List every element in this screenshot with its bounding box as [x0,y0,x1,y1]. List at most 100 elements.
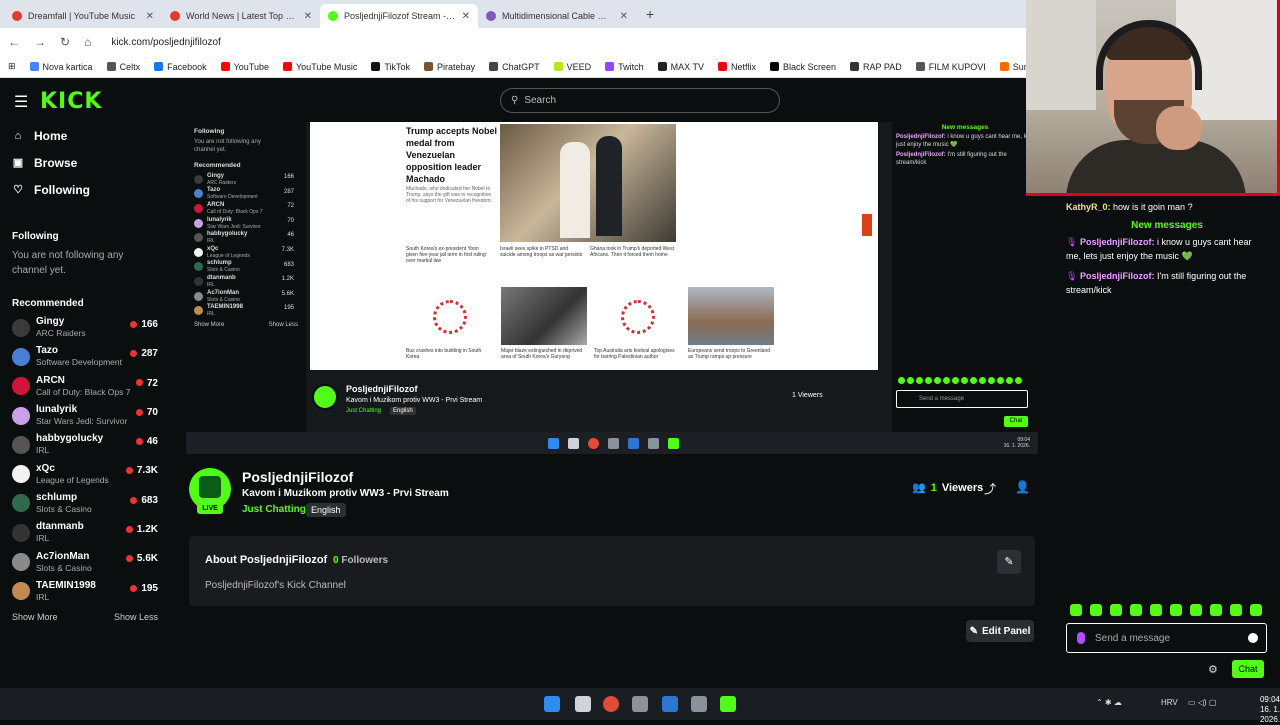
recommended-channel[interactable]: TAEMIN1998 IRL 195 [0,577,172,606]
share-icon[interactable]: ⤴ [984,480,996,497]
recommended-channel[interactable]: xQc League of Legends 7.3K [0,459,172,488]
embedded-channel-name: TAEMIN1998 [207,304,243,311]
about-description: PosljednjiFilozof's Kick Channel [205,580,346,591]
language-indicator[interactable]: HRV [1161,698,1178,707]
category-link[interactable]: Just Chatting [242,504,306,515]
settings-icon[interactable] [632,696,648,712]
viewer-count: 683 [130,495,158,506]
emote-icon[interactable] [1230,604,1242,616]
bookmark-item[interactable]: ChatGPT [489,62,540,72]
bookmark-item[interactable]: TikTok [371,62,410,72]
edit-panel-button[interactable]: ✎ Edit Panel [966,620,1034,642]
forward-icon[interactable]: → [34,35,46,49]
reload-icon[interactable]: ↻ [60,35,70,49]
chat-send-button[interactable]: Chat [1232,660,1264,678]
emote-icon[interactable] [1070,604,1082,616]
user-options-icon[interactable]: 👤 [1015,480,1030,494]
emote-icon[interactable] [1210,604,1222,616]
sidebar-item-browse[interactable]: ▣ Browse [0,149,172,176]
bookmark-item[interactable]: Twitch [605,62,644,72]
bookmark-item[interactable]: Nova kartica [29,62,93,72]
followers-label: Followers [341,555,389,566]
new-tab-button[interactable]: + [636,6,664,22]
emote-icon[interactable] [1130,604,1142,616]
chat-settings-icon[interactable]: ⚙ [1208,663,1218,676]
channel-name[interactable]: PosljednjiFilozof [242,469,353,485]
bookmark-item[interactable]: Celtx [106,62,140,72]
bookmark-item[interactable]: Facebook [154,62,207,72]
system-clock[interactable]: 09:04 16. 1. 2026. [1243,695,1280,725]
network-volume-icons[interactable]: ▭ ◁) ▢ [1188,698,1216,707]
kick-app-icon[interactable] [720,696,736,712]
menu-icon[interactable]: ☰ [14,92,28,112]
emoji-icon[interactable] [1248,633,1258,643]
emote-icon[interactable] [1170,604,1182,616]
embedded-recommended-channel: Gingy ARC Raiders 166 [194,172,298,187]
file-explorer-icon[interactable] [575,696,591,712]
language-tag[interactable]: English [306,503,346,517]
emote-icon[interactable] [1190,604,1202,616]
recommended-channel[interactable]: lunalyrik Star Wars Jedi: Survivor 70 [0,401,172,430]
edit-pencil-icon[interactable]: ✎ [997,550,1021,574]
browser-tab[interactable]: World News | Latest Top Stories ✕ [162,4,320,28]
recommended-channel[interactable]: ARCN Call of Duty: Black Ops 7 72 [0,372,172,401]
bookmark-item[interactable]: RAP PAD [850,62,902,72]
chat-user-1[interactable]: KathyR_0: [1066,202,1111,212]
bookmark-item[interactable]: YouTube Music [283,62,357,72]
emote-icon[interactable] [1150,604,1162,616]
chat-message-input[interactable]: Send a message [1066,623,1267,653]
embedded-viewer-count: 1.2K [281,276,294,283]
browser-tab[interactable]: Multidimensional Cable Myth ✕ [478,4,636,28]
recommended-channel[interactable]: Gingy ARC Raiders 166 [0,313,172,342]
chrome-icon[interactable] [603,696,619,712]
channel-category: Software Development [36,357,122,368]
bookmark-item[interactable]: MAX TV [657,62,704,72]
sidebar-item-home[interactable]: ⌂ Home [0,122,172,149]
channel-category: IRL [36,445,50,456]
photos-icon[interactable] [662,696,678,712]
recommended-channel[interactable]: dtanmanb IRL 1.2K [0,518,172,547]
recommended-channel[interactable]: Tazo Software Development 287 [0,342,172,371]
recommended-channel[interactable]: habbygolucky IRL 46 [0,430,172,459]
embedded-viewer-count: 46 [287,232,294,239]
emote-icon[interactable] [1090,604,1102,616]
search-input[interactable]: ⚲ Search [500,88,780,113]
embedded-show-more: Show More [194,321,225,328]
close-icon[interactable]: ✕ [620,11,628,22]
url-field[interactable]: kick.com/posljednjifilozof [111,37,221,48]
browser-tab[interactable]: Dreamfall | YouTube Music ✕ [4,4,162,28]
show-more-button[interactable]: Show More [12,612,58,622]
tray-icons[interactable]: ⌃ ✱ ☁ [1096,698,1122,707]
bookmark-item[interactable]: Black Screen [769,61,837,72]
video-player[interactable]: Following You are not following any chan… [186,122,1038,454]
embedded-clock: 09:04 16. 1. 2026. [1004,437,1030,449]
close-icon[interactable]: ✕ [304,11,312,22]
bookmark-item[interactable]: VEED [553,62,591,72]
windows-start-icon[interactable] [544,696,560,712]
close-icon[interactable]: ✕ [462,11,470,22]
bookmark-item[interactable]: YouTube [220,62,269,72]
close-icon[interactable]: ✕ [146,11,154,22]
home-browser-icon[interactable]: ⌂ [84,35,91,49]
chat-user-3[interactable]: PosljednjiFilozof: [1080,271,1155,281]
viewer-count: 7.3K [126,465,158,476]
chat-input-placeholder: Send a message [1095,632,1171,644]
apps-icon[interactable]: ⊞ [8,61,16,72]
bookmark-label: Black Screen [782,61,837,72]
channel-category: Call of Duty: Black Ops 7 [36,386,131,397]
avatar [12,347,30,366]
emote-icon[interactable] [1110,604,1122,616]
show-less-button[interactable]: Show Less [114,612,158,622]
back-icon[interactable]: ← [8,35,20,49]
browser-tab[interactable]: PosljednjiFilozof Stream - Watch ✕ [320,4,478,28]
bookmark-item[interactable]: Netflix [717,62,756,72]
recommended-channel[interactable]: schlump Slots & Casino 683 [0,489,172,518]
bookmark-item[interactable]: FILM KUPOVI [915,62,986,72]
emote-icon[interactable] [1250,604,1262,616]
kick-logo[interactable]: KICK [40,89,102,114]
gear-icon[interactable] [691,696,707,712]
sidebar-item-following[interactable]: ♡ Following [0,176,172,203]
recommended-channel[interactable]: Ac7ionMan Slots & Casino 5.6K [0,547,172,576]
chat-user-2[interactable]: PosljednjiFilozof: [1080,237,1155,247]
bookmark-item[interactable]: Piratebay [424,62,475,72]
